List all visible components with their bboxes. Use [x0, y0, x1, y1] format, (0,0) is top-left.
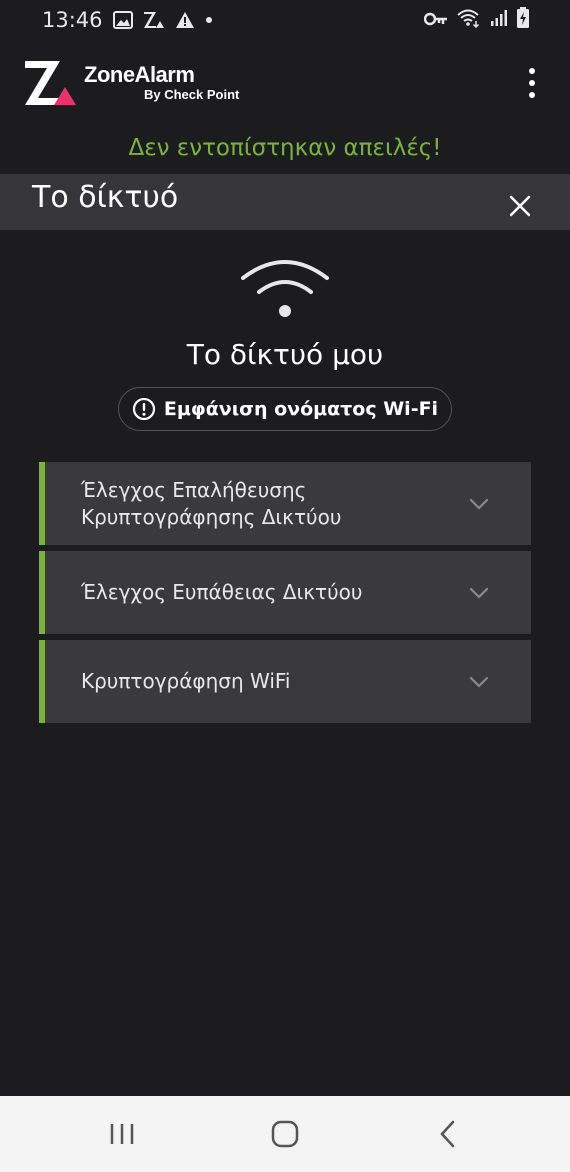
back-icon[interactable]: [418, 1109, 478, 1159]
info-alert-icon: [132, 397, 156, 421]
brand-name: ZoneAlarm: [84, 62, 195, 87]
dot-icon: [205, 16, 213, 24]
vpn-key-icon: [423, 11, 448, 30]
chevron-down-icon[interactable]: [467, 581, 491, 605]
network-title: Το δίκτυό μου: [186, 338, 384, 371]
brand-subtitle: By Check Point: [144, 87, 240, 102]
status-right: [423, 7, 530, 33]
wifi-signal-icon: [456, 8, 482, 32]
chevron-down-icon[interactable]: [467, 670, 491, 694]
home-icon[interactable]: [255, 1109, 315, 1159]
system-nav-bar: [0, 1096, 570, 1172]
wifi-icon: [241, 260, 329, 317]
network-hero: Το δίκτυό μου Εμφάνιση ονόματος Wi-Fi: [0, 258, 570, 431]
page-title-bar: Το δίκτυό μου: [0, 174, 570, 230]
check-item-wifi-encryption[interactable]: Κρυπτογράφηση WiFi: [39, 640, 531, 723]
check-item-label: Έλεγχος Ευπάθειας Δικτύου: [81, 580, 363, 604]
status-time: 13:46: [42, 8, 103, 32]
zonealarm-logo-mark: [25, 60, 76, 105]
status-left: 13:46: [42, 8, 213, 32]
app-header: ZoneAlarm By Check Point: [0, 40, 570, 125]
show-wifi-name-button[interactable]: Εμφάνιση ονόματος Wi-Fi: [117, 387, 453, 431]
show-wifi-name-label: Εμφάνιση ονόματος Wi-Fi: [163, 398, 439, 420]
zonealarm-logo: ZoneAlarm By Check Point: [24, 60, 239, 106]
network-checks-list: Έλεγχος Επαλήθευσης Κρυπτογράφησης Δικτύ…: [39, 462, 531, 729]
check-item-label: Κρυπτογράφηση WiFi: [81, 669, 291, 693]
cell-signal-icon: [490, 9, 508, 31]
gallery-icon: [112, 11, 133, 29]
page-title: Το δίκτυό μου: [32, 180, 179, 230]
threat-status-message: Δεν εντοπίστηκαν απειλές!: [128, 135, 442, 161]
check-item-vulnerability[interactable]: Έλεγχος Ευπάθειας Δικτύου: [39, 551, 531, 634]
recent-apps-icon[interactable]: [92, 1109, 152, 1159]
check-item-encryption-verification[interactable]: Έλεγχος Επαλήθευσης Κρυπτογράφησης Δικτύ…: [39, 462, 531, 545]
zonealarm-notification-icon: [143, 11, 165, 29]
battery-charging-icon: [516, 7, 530, 33]
more-vertical-icon[interactable]: [522, 63, 542, 103]
status-bar: 13:46: [0, 0, 570, 40]
check-item-label: Έλεγχος Επαλήθευσης Κρυπτογράφησης Δικτύ…: [81, 477, 342, 529]
warning-icon: [175, 11, 195, 29]
chevron-down-icon[interactable]: [467, 492, 491, 516]
close-icon[interactable]: [500, 186, 540, 226]
